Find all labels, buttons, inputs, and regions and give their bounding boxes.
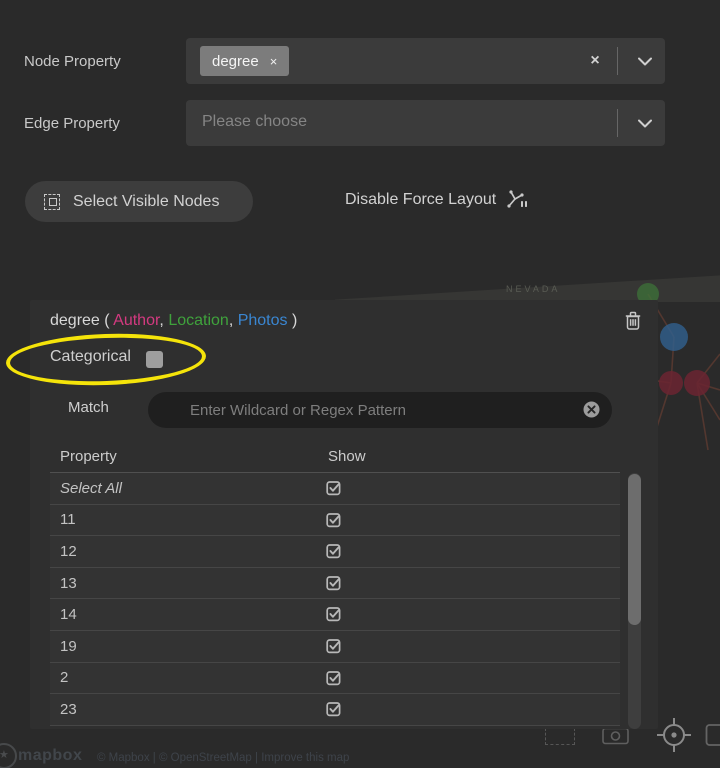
checked-checkbox-icon (326, 575, 341, 591)
property-value: 11 (60, 511, 76, 529)
select-divider (617, 109, 618, 137)
map-attribution-links[interactable]: © Mapbox | © OpenStreetMap | Improve thi… (97, 752, 349, 764)
match-label: Match (68, 399, 109, 416)
column-header-property: Property (60, 448, 117, 465)
show-checkbox[interactable] (326, 670, 342, 686)
property-value: 23 (60, 700, 77, 718)
panel-title-part: Author (113, 312, 160, 329)
select-visible-nodes-label: Select Visible Nodes (73, 192, 220, 210)
graph-node-red (659, 371, 683, 395)
show-checkbox[interactable] (326, 638, 342, 654)
checked-checkbox-icon (326, 544, 341, 559)
mapbox-logo-icon[interactable] (0, 743, 17, 768)
marquee-select-icon (44, 193, 60, 210)
edge-property-select[interactable]: Please choose (186, 100, 665, 146)
table-row: 11 (50, 504, 620, 537)
show-checkbox[interactable] (326, 606, 342, 622)
table-row: 14 (50, 599, 620, 631)
panel-title-part: degree ( (50, 312, 114, 329)
property-value: 12 (60, 542, 77, 560)
panel-title-part: Location (168, 312, 229, 329)
checked-checkbox-icon (326, 481, 341, 496)
force-layout-icon (507, 190, 528, 208)
table-body: Select All 11 12 13 14 19 2 23 (50, 473, 620, 726)
property-value: 14 (60, 606, 77, 624)
panel-title: degree ( Author, Location, Photos ) (50, 312, 297, 330)
crosshair-locate-icon[interactable] (655, 716, 693, 754)
region-select-icon[interactable] (545, 728, 575, 745)
property-value: 13 (60, 574, 77, 592)
table-header: Property Show (50, 444, 620, 473)
checked-checkbox-icon (326, 512, 341, 527)
mapbox-wordmark[interactable]: mapbox (18, 747, 82, 765)
match-input-wrap (148, 392, 612, 428)
checked-checkbox-icon (326, 670, 341, 685)
categorical-checkbox[interactable] (146, 351, 163, 368)
property-table: Property Show Select All 11 12 13 14 19 2 23 (50, 444, 620, 726)
checked-checkbox-icon (326, 702, 341, 717)
table-row: 23 (50, 694, 620, 726)
selected-node-property-chip[interactable]: degree × (200, 46, 290, 76)
select-divider (617, 47, 618, 75)
show-checkbox[interactable] (326, 701, 342, 717)
chip-remove-icon[interactable]: × (270, 54, 278, 69)
node-property-label: Node Property (24, 53, 121, 70)
clear-match-icon[interactable] (583, 401, 600, 423)
show-checkbox[interactable] (326, 575, 342, 591)
column-header-show: Show (328, 448, 366, 465)
table-row: 12 (50, 536, 620, 568)
trash-icon[interactable] (625, 311, 641, 335)
table-row: 2 (50, 662, 620, 695)
graph-filter-view: NEVADA Node Property degree × × Edge Pro… (0, 0, 720, 768)
table-scrollbar-thumb[interactable] (628, 474, 641, 625)
edge-property-label: Edge Property (24, 115, 120, 132)
match-input[interactable] (148, 392, 612, 428)
checked-checkbox-icon (326, 639, 341, 654)
panel-title-part: Photos (237, 312, 288, 329)
disable-force-layout-button[interactable]: Disable Force Layout (345, 190, 528, 209)
chevron-down-icon[interactable] (631, 38, 659, 84)
legend-filter-panel: degree ( Author, Location, Photos ) Cate… (30, 300, 658, 729)
map-region-label: NEVADA (506, 284, 561, 294)
property-value: 19 (60, 637, 77, 655)
panel-title-part: , (159, 312, 169, 329)
property-value: 2 (60, 669, 69, 687)
property-value: Select All (60, 479, 122, 497)
table-row: 13 (50, 567, 620, 600)
node-property-select[interactable]: degree × × (186, 38, 665, 84)
table-row: 19 (50, 630, 620, 663)
table-scrollbar-track[interactable] (628, 473, 641, 729)
show-checkbox[interactable] (326, 543, 342, 559)
graph-node-blue (660, 323, 688, 351)
chip-label: degree (212, 52, 259, 70)
categorical-label: Categorical (50, 348, 131, 365)
clear-selection-icon[interactable]: × (584, 38, 606, 84)
chevron-down-icon[interactable] (631, 100, 659, 146)
graph-node-red (684, 370, 710, 396)
show-checkbox[interactable] (326, 512, 342, 528)
cube-icon[interactable] (705, 722, 720, 748)
panel-title-part: ) (287, 312, 298, 329)
show-checkbox[interactable] (326, 480, 342, 496)
disable-force-layout-label: Disable Force Layout (345, 190, 497, 208)
panel-title-part: , (228, 312, 238, 329)
table-row: Select All (50, 473, 620, 505)
edge-property-placeholder: Please choose (202, 113, 307, 130)
select-visible-nodes-button[interactable]: Select Visible Nodes (25, 181, 253, 222)
checked-checkbox-icon (326, 607, 341, 622)
